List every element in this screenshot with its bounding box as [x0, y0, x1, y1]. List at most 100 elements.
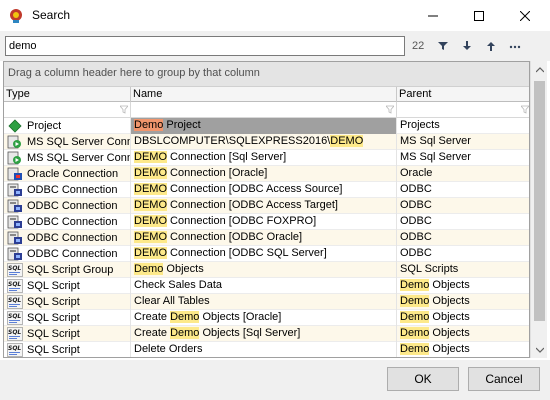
- type-cell: ODBC Connection: [4, 214, 131, 230]
- parent-cell: ODBC: [397, 230, 529, 246]
- parent-cell: ODBC: [397, 198, 529, 214]
- close-button[interactable]: [502, 0, 548, 31]
- parent-cell: MS Sql Server: [397, 150, 529, 166]
- column-header-type[interactable]: Type: [4, 87, 131, 102]
- table-row[interactable]: MS SQL Server Conne DBSLCOMPUTER\SQLEXPRE…: [4, 134, 529, 150]
- cell-text: Objects [Sql Server]: [199, 327, 301, 339]
- table-row[interactable]: Oracle Connection DEMO Connection [Oracle…: [4, 166, 529, 182]
- sql-script-icon: SQL: [7, 311, 23, 325]
- table-row[interactable]: SQL SQL Script Clear All Tables Demo Object…: [4, 294, 529, 310]
- table-row[interactable]: ODBC Connection DEMO Connection [ODBC Ora…: [4, 230, 529, 246]
- table-row[interactable]: MS SQL Server Conne DEMO Connection [Sql …: [4, 150, 529, 166]
- type-label: SQL Script: [27, 311, 80, 324]
- maximize-button[interactable]: [456, 0, 502, 31]
- scroll-thumb[interactable]: [534, 81, 545, 321]
- table-row[interactable]: ODBC Connection DEMO Connection [ODBC SQL…: [4, 246, 529, 262]
- parent-cell: ODBC: [397, 182, 529, 198]
- cell-text: Projects: [400, 119, 440, 131]
- project-icon: [7, 119, 23, 133]
- type-cell: SQL SQL Script Group: [4, 262, 131, 278]
- table-row[interactable]: ODBC Connection DEMO Connection [ODBC FOX…: [4, 214, 529, 230]
- table-row[interactable]: SQL SQL Script Create Demo Objects [Sql Se…: [4, 326, 529, 342]
- match-highlight: DEMO: [134, 151, 167, 163]
- name-cell: DEMO Connection [ODBC Access Target]: [131, 198, 397, 214]
- type-label: ODBC Connection: [27, 247, 118, 260]
- cancel-button[interactable]: Cancel: [468, 367, 540, 391]
- cell-text: Objects [Oracle]: [199, 311, 282, 323]
- cell-text: Objects: [163, 263, 204, 275]
- filter-button[interactable]: [433, 37, 453, 55]
- table-row[interactable]: SQL SQL Script Group Demo Objects SQL Scrip…: [4, 262, 529, 278]
- more-icon: [509, 45, 521, 49]
- name-cell: Create Demo Objects [Sql Server]: [131, 326, 397, 342]
- table-row[interactable]: ODBC Connection DEMO Connection [ODBC Acc…: [4, 198, 529, 214]
- type-cell: Oracle Connection: [4, 166, 131, 182]
- table-row[interactable]: SQL SQL Script Create Demo Objects [Oracle…: [4, 310, 529, 326]
- cell-text: Clear All Tables: [134, 295, 210, 307]
- type-label: SQL Script Group: [27, 263, 114, 276]
- type-label: Project: [27, 119, 62, 132]
- next-result-button[interactable]: [457, 37, 477, 55]
- cell-text: Objects: [429, 343, 470, 355]
- parent-cell: Demo Objects: [397, 310, 529, 326]
- column-header-parent[interactable]: Parent: [397, 87, 529, 102]
- match-highlight: DEMO: [134, 183, 167, 195]
- table-row[interactable]: ODBC Connection DEMO Connection [ODBC Acc…: [4, 182, 529, 198]
- window-title: Search: [32, 8, 71, 22]
- match-highlight: Demo: [400, 311, 430, 323]
- cell-text: Project: [163, 119, 201, 131]
- results-grid: Drag a column header here to group by th…: [3, 61, 530, 358]
- type-label: MS SQL Server Conne: [27, 135, 130, 148]
- column-header-name[interactable]: Name: [131, 87, 397, 102]
- cell-text: Connection [ODBC SQL Server]: [167, 247, 327, 259]
- name-cell: Demo Project: [131, 118, 397, 134]
- cell-text: ODBC: [400, 231, 432, 243]
- match-highlight: Demo: [134, 119, 164, 131]
- cell-text: Oracle: [400, 167, 433, 179]
- name-cell: Create Demo Objects [Oracle]: [131, 310, 397, 326]
- cell-text: Create: [134, 327, 171, 339]
- odbc-connection-icon: [7, 199, 23, 213]
- table-row[interactable]: SQL SQL Script Delete Orders Demo Objects: [4, 342, 529, 357]
- ok-button[interactable]: OK: [387, 367, 459, 391]
- type-label: Oracle Connection: [27, 167, 119, 180]
- group-by-panel[interactable]: Drag a column header here to group by th…: [4, 62, 529, 86]
- table-row[interactable]: SQL SQL Script Check Sales Data Demo Object…: [4, 278, 529, 294]
- name-cell: DEMO Connection [ODBC SQL Server]: [131, 246, 397, 262]
- scroll-up-button[interactable]: [531, 61, 548, 78]
- cell-text: Delete Orders: [134, 343, 203, 355]
- table-row[interactable]: Project Demo Project Projects: [4, 118, 529, 134]
- scroll-down-button[interactable]: [531, 341, 548, 358]
- parent-cell: SQL Scripts: [397, 262, 529, 278]
- name-cell: DEMO Connection [ODBC Access Source]: [131, 182, 397, 198]
- type-label: SQL Script: [27, 327, 80, 340]
- previous-result-button[interactable]: [481, 37, 501, 55]
- filter-icon: [438, 42, 448, 50]
- filter-cell-name[interactable]: [131, 102, 397, 117]
- minimize-button[interactable]: [410, 0, 456, 31]
- more-options-button[interactable]: [505, 37, 525, 55]
- match-highlight: DEMO: [134, 199, 167, 211]
- vertical-scrollbar[interactable]: [530, 61, 547, 358]
- search-input[interactable]: [5, 36, 405, 56]
- result-count: 22: [412, 40, 425, 52]
- parent-cell: Demo Objects: [397, 294, 529, 310]
- svg-text:SQL: SQL: [8, 345, 21, 352]
- match-highlight: DEMO: [134, 231, 167, 243]
- match-highlight: DEMO: [134, 215, 167, 227]
- type-label: SQL Script: [27, 295, 80, 308]
- type-label: ODBC Connection: [27, 231, 118, 244]
- minimize-icon: [428, 15, 438, 16]
- parent-cell: Demo Objects: [397, 278, 529, 294]
- filter-cell-parent[interactable]: [397, 102, 529, 117]
- cell-text: ODBC: [400, 199, 432, 211]
- sql-script-icon: SQL: [7, 279, 23, 293]
- arrow-down-icon: [463, 41, 471, 50]
- name-cell: DBSLCOMPUTER\SQLEXPRESS2016\DEMO: [131, 134, 397, 150]
- type-label: ODBC Connection: [27, 215, 118, 228]
- type-cell: ODBC Connection: [4, 246, 131, 262]
- filter-cell-type[interactable]: [4, 102, 131, 117]
- cell-text: DBSLCOMPUTER\SQLEXPRESS2016\: [134, 135, 331, 147]
- cell-text: Connection [Sql Server]: [167, 151, 287, 163]
- parent-cell: Demo Objects: [397, 342, 529, 357]
